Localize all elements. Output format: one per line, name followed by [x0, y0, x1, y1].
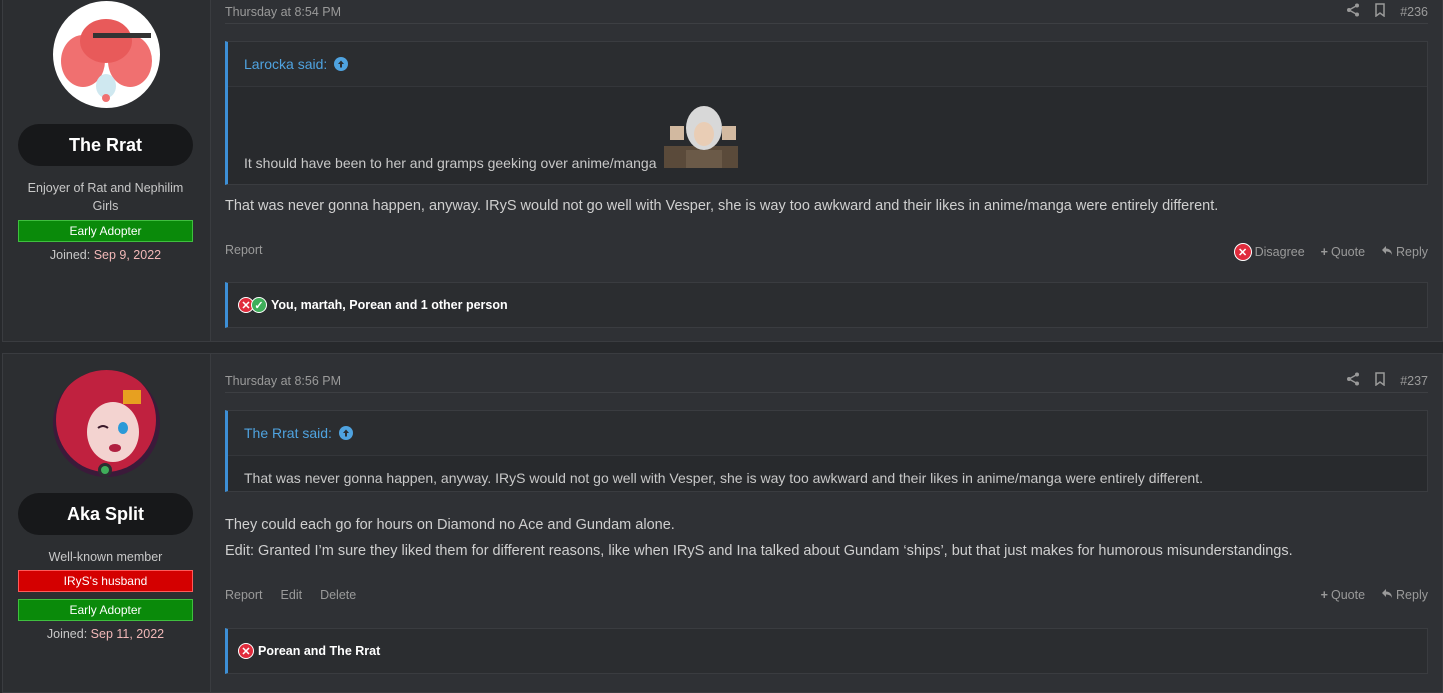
reactions-bar[interactable]: ✕ Porean and The Rrat	[225, 628, 1428, 674]
bookmark-icon[interactable]	[1374, 3, 1386, 20]
post-number[interactable]: #236	[1400, 5, 1428, 19]
joined-info: Joined: Sep 9, 2022	[18, 248, 193, 262]
quote-author[interactable]: Larocka said:	[244, 56, 327, 72]
post-paragraph: They could each go for hours on Diamond …	[225, 517, 675, 533]
arrow-up-circle-icon[interactable]	[338, 426, 353, 440]
reactions-text[interactable]: You, martah, Porean and 1 other person	[271, 298, 508, 312]
post-time[interactable]: Thursday at 8:56 PM	[225, 374, 341, 388]
edit-link[interactable]: Edit	[281, 588, 303, 602]
disagree-button[interactable]: ✕ Disagree	[1233, 243, 1305, 261]
post-time[interactable]: Thursday at 8:54 PM	[225, 5, 341, 19]
disagree-icon: ✕	[1233, 243, 1252, 261]
post-meta: Thursday at 8:54 PM #236	[225, 3, 1428, 24]
user-column: Aka Split Well-known member IRyS's husba…	[3, 354, 211, 692]
quote-block: The Rrat said: That was never gonna happ…	[225, 410, 1428, 492]
reactions-bar[interactable]: ✕ ✓ You, martah, Porean and 1 other pers…	[225, 282, 1428, 328]
report-link[interactable]: Report	[225, 588, 263, 602]
quote-body: That was never gonna happen, anyway. IRy…	[228, 456, 1427, 486]
quote-button[interactable]: + Quote	[1321, 588, 1365, 602]
quote-body: It should have been to her and gramps ge…	[228, 87, 1427, 183]
reply-button[interactable]: Reply	[1381, 588, 1428, 602]
plus-icon: +	[1320, 588, 1328, 602]
post-body: That was never gonna happen, anyway. IRy…	[225, 193, 1422, 219]
quote-author[interactable]: The Rrat said:	[244, 425, 332, 441]
quote-block: Larocka said: It should have been to her…	[225, 41, 1428, 185]
share-icon[interactable]	[1346, 3, 1360, 20]
plus-icon: +	[1320, 245, 1328, 259]
reply-icon	[1381, 588, 1393, 602]
quote-label: Quote	[1330, 588, 1366, 602]
quote-header[interactable]: Larocka said:	[228, 42, 1427, 87]
user-banner-irys-husband: IRyS's husband	[18, 570, 193, 592]
disagree-label: Disagree	[1254, 245, 1305, 259]
avatar-aka-split[interactable]	[53, 370, 160, 477]
post-number[interactable]: #237	[1400, 374, 1428, 388]
quote-button[interactable]: + Quote	[1321, 245, 1365, 259]
joined-info: Joined: Sep 11, 2022	[18, 627, 193, 641]
reply-icon	[1381, 245, 1393, 259]
avatar-the-rrat[interactable]	[53, 1, 160, 108]
reply-button[interactable]: Reply	[1381, 245, 1428, 259]
post-paragraph: Edit: Granted I’m sure they liked them f…	[225, 543, 1293, 559]
share-icon[interactable]	[1346, 372, 1360, 389]
post-236: The Rrat Enjoyer of Rat and Nephilim Gir…	[2, 0, 1443, 342]
agree-icon: ✓	[251, 297, 267, 313]
post-237: Aka Split Well-known member IRyS's husba…	[2, 353, 1443, 693]
username[interactable]: The Rrat	[18, 124, 193, 166]
post-meta: Thursday at 8:56 PM #237	[225, 372, 1428, 393]
reply-label: Reply	[1396, 588, 1428, 602]
user-title: Well-known member	[48, 550, 163, 564]
user-banner-early-adopter: Early Adopter	[18, 220, 193, 242]
post-body: They could each go for hours on Diamond …	[225, 512, 1422, 564]
reply-label: Reply	[1396, 245, 1428, 259]
quote-header[interactable]: The Rrat said:	[228, 411, 1427, 456]
username[interactable]: Aka Split	[18, 493, 193, 535]
quote-text: It should have been to her and gramps ge…	[244, 155, 657, 171]
disagree-icon: ✕	[238, 643, 254, 659]
quote-text: That was never gonna happen, anyway. IRy…	[244, 470, 1203, 486]
post-actions: Report Edit Delete + Quote Reply	[225, 588, 1428, 608]
report-link[interactable]: Report	[225, 243, 263, 257]
reactions-text[interactable]: Porean and The Rrat	[258, 644, 380, 658]
quote-label: Quote	[1330, 245, 1366, 259]
post-actions: Report ✕ Disagree + Quote Reply	[225, 243, 1428, 263]
joined-date: Sep 9, 2022	[93, 248, 162, 262]
user-title: Enjoyer of Rat and Nephilim Girls	[27, 181, 184, 213]
user-column: The Rrat Enjoyer of Rat and Nephilim Gir…	[3, 0, 211, 341]
joined-label: Joined:	[46, 627, 88, 641]
delete-link[interactable]: Delete	[320, 588, 356, 602]
user-banner-early-adopter: Early Adopter	[18, 599, 193, 621]
anime-sticker-image	[664, 106, 739, 171]
arrow-up-circle-icon[interactable]	[334, 57, 349, 71]
joined-date: Sep 11, 2022	[90, 627, 165, 641]
joined-label: Joined:	[49, 248, 91, 262]
bookmark-icon[interactable]	[1374, 372, 1386, 389]
post-paragraph: That was never gonna happen, anyway. IRy…	[225, 198, 1219, 214]
